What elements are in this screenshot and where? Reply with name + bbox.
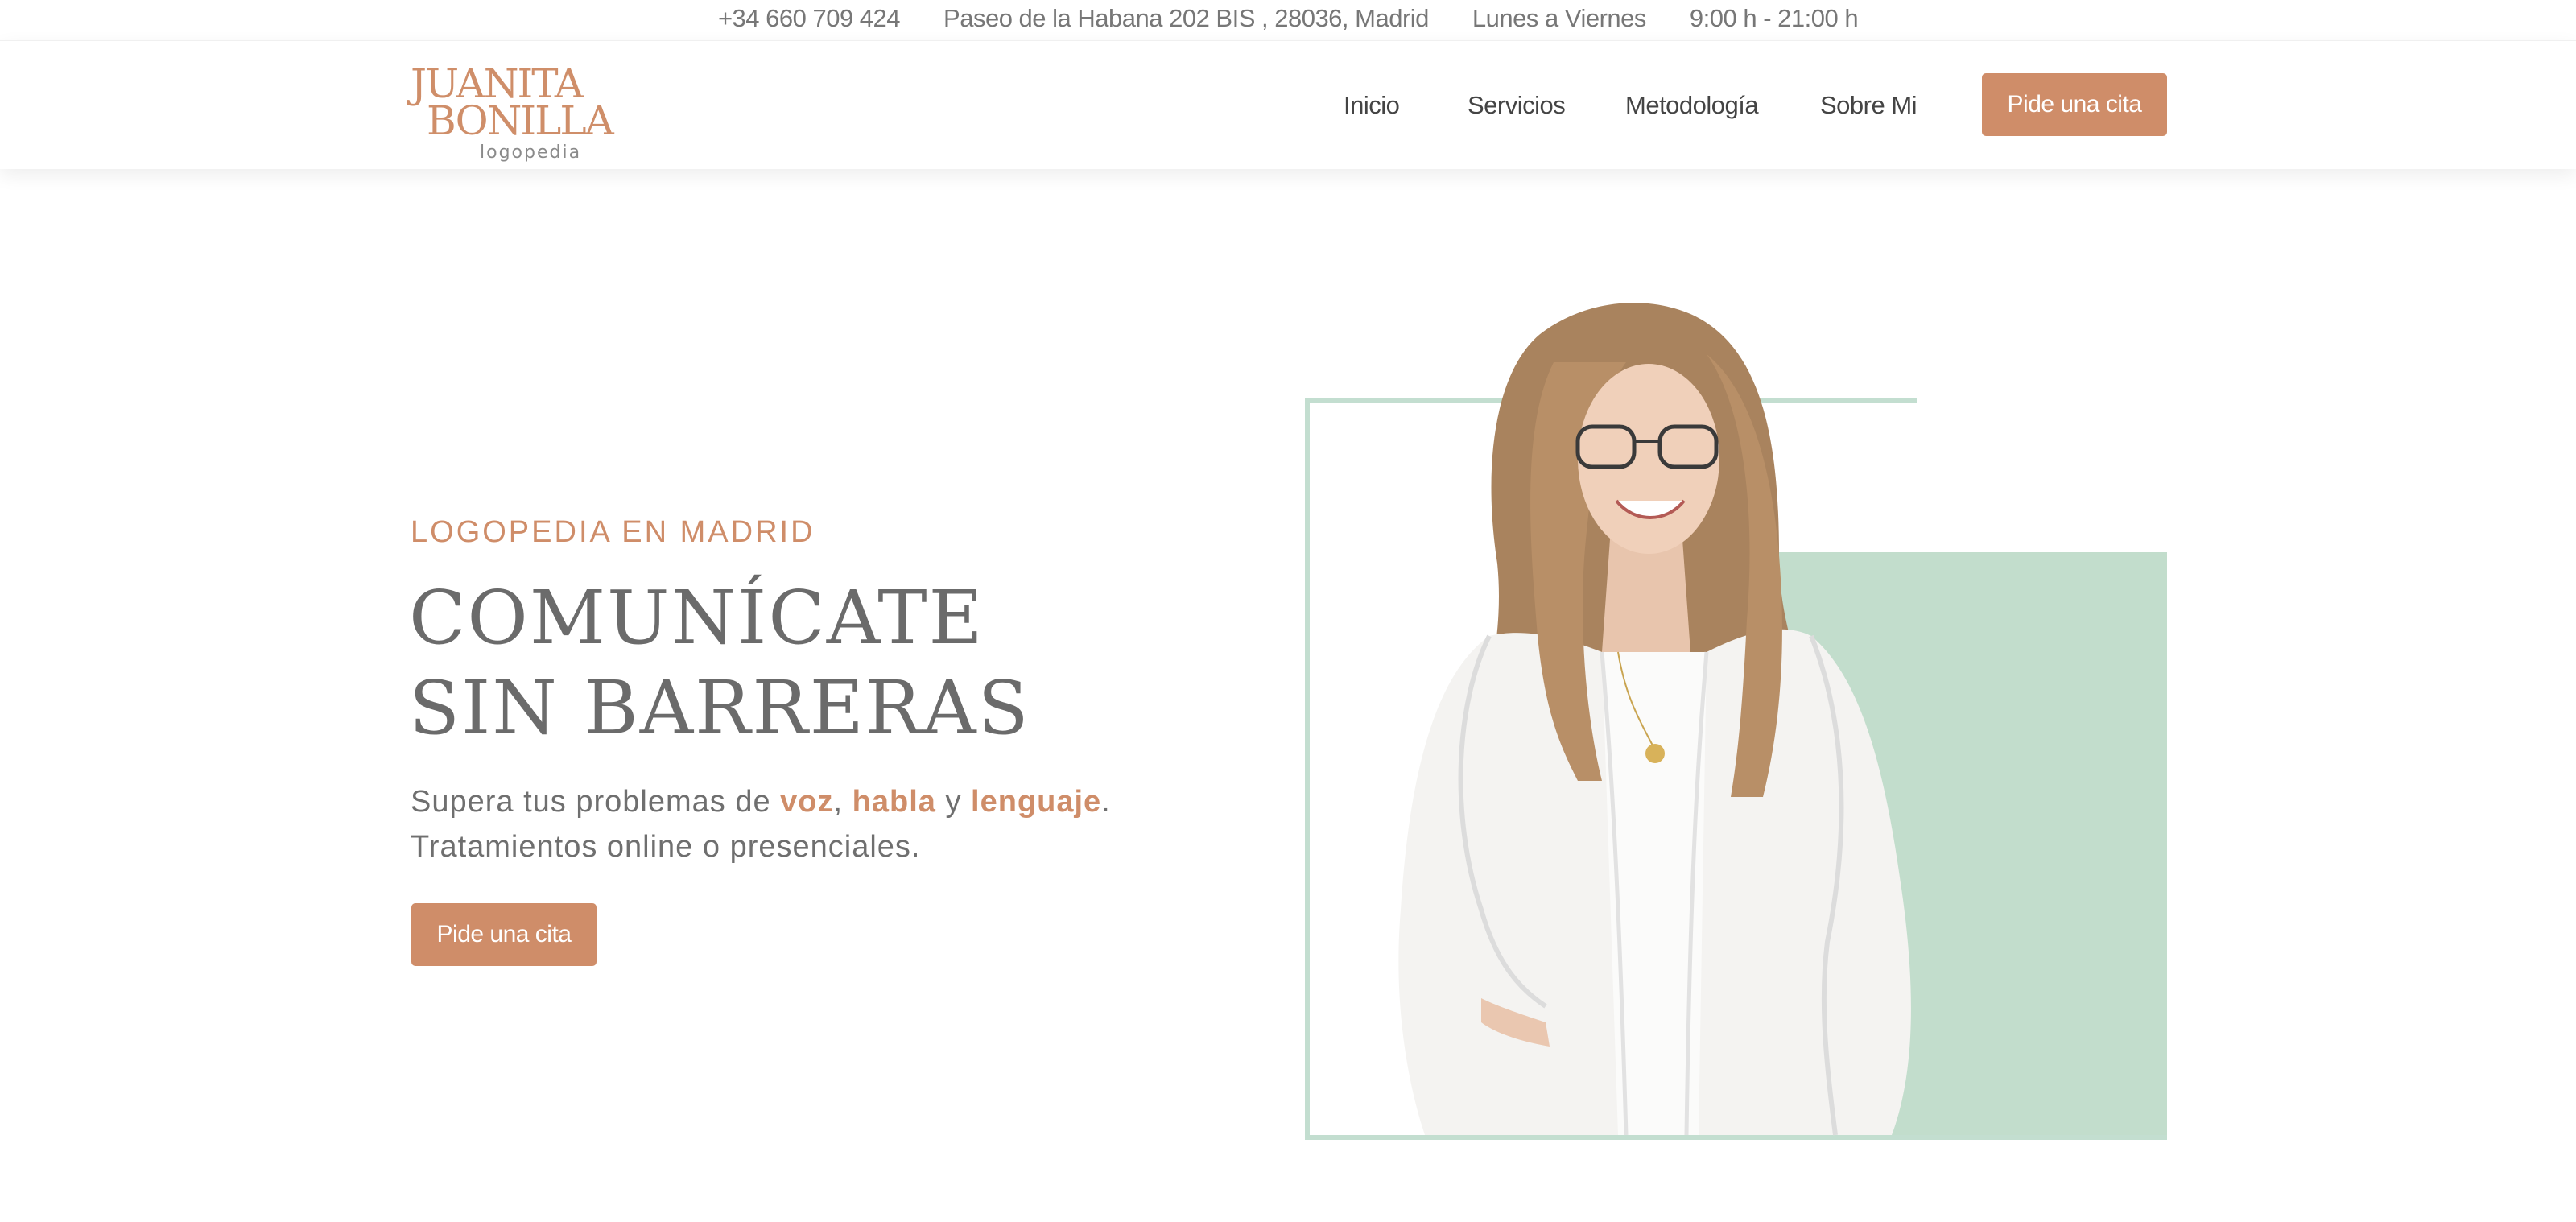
- subtitle-sep-1: ,: [833, 785, 852, 819]
- opening-days: Lunes a Viernes: [1472, 4, 1646, 32]
- portrait-photo: [1398, 303, 1911, 1136]
- highlight-habla: habla: [852, 785, 936, 819]
- highlight-voz: voz: [780, 785, 834, 819]
- subtitle-prefix: Supera tus problemas de: [411, 785, 781, 819]
- subtitle-sep-2: y: [935, 785, 972, 819]
- opening-hours: 9:00 h - 21:00 h: [1689, 4, 1859, 32]
- hero-book-appointment-button[interactable]: Pide una cita: [411, 903, 597, 966]
- hero-title: COMUNÍCATE SIN BARRERAS: [409, 573, 1030, 753]
- logo-tagline: logopedia: [480, 142, 582, 163]
- book-appointment-button[interactable]: Pide una cita: [1982, 73, 2167, 136]
- address: Paseo de la Habana 202 BIS , 28036, Madr…: [943, 4, 1429, 32]
- highlight-lenguaje: lenguaje: [971, 785, 1102, 819]
- phone-number[interactable]: +34 660 709 424: [718, 4, 901, 33]
- nav-item-inicio[interactable]: Inicio: [1344, 91, 1400, 120]
- contact-bar: +34 660 709 424 Paseo de la Habana 202 B…: [0, 0, 2576, 39]
- subtitle-suffix: .: [1101, 785, 1111, 819]
- hero-title-line-1: COMUNÍCATE: [409, 575, 985, 661]
- logo[interactable]: JUANITA BONILLA logopedia: [411, 64, 614, 163]
- nav-item-sobre-mi[interactable]: Sobre Mi: [1820, 91, 1918, 120]
- hero-title-line-2: SIN BARRERAS: [409, 665, 1030, 751]
- hero-subtitle: Supera tus problemas de voz, habla y len…: [411, 779, 1111, 869]
- site-header: JUANITA BONILLA logopedia Inicio Servici…: [0, 40, 2576, 169]
- nav-item-metodologia[interactable]: Metodología: [1625, 91, 1759, 120]
- logo-line-2: BONILLA: [427, 97, 614, 144]
- hero-kicker: LOGOPEDIA EN MADRID: [411, 515, 815, 549]
- subtitle-line-2: Tratamientos online o presenciales.: [411, 830, 921, 864]
- nav-item-servicios[interactable]: Servicios: [1468, 91, 1566, 120]
